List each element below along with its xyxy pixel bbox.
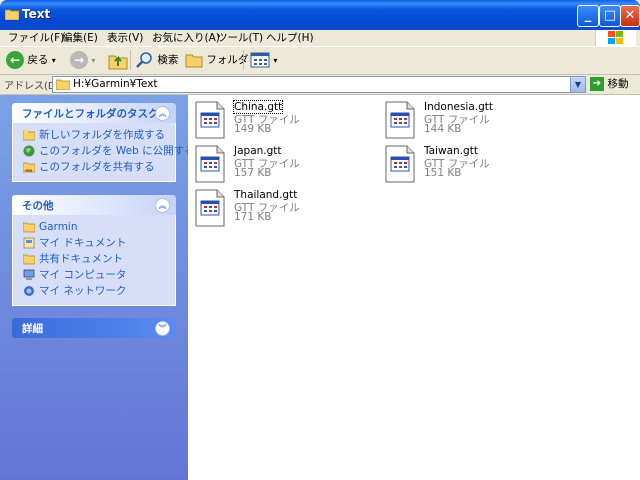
title-bar: Text _ □ ✕ [0,0,640,30]
folder-icon [23,222,35,233]
folders-button[interactable]: フォルダ [185,49,248,71]
new-folder-icon [23,130,35,141]
folders-icon [185,54,203,68]
go-label: 移動 [607,78,629,90]
place-my-computer[interactable]: マイ コンピュータ [13,267,175,283]
minimize-button[interactable]: _ [577,5,599,27]
go-button[interactable]: ➔ 移動 [590,76,629,92]
expand-chevron-icon[interactable]: ︾ [155,321,170,336]
file-tile[interactable]: China.gtt GTT ファイル 149 KB [188,98,368,142]
my-documents-icon [23,237,35,249]
place-my-network[interactable]: マイ ネットワーク [13,283,175,299]
address-dropdown-button[interactable]: ▼ [570,77,585,92]
folder-icon [5,9,19,20]
file-tasks-panel: ファイルとフォルダのタスク ︽ 新しいフォルダを作成する このフォルダを Web… [12,103,195,182]
gtt-file-icon [385,145,415,183]
file-size: 171 KB [234,211,272,223]
details-panel: 詳細 ︾ [12,318,176,338]
gtt-file-icon [195,101,225,139]
file-tile[interactable]: Indonesia.gtt GTT ファイル 144 KB [378,98,558,142]
menu-help[interactable]: ヘルプ(H) [262,30,318,46]
other-places-panel: その他 ︽ Garmin マイ ドキュメント 共有ドキュメント マイ コンピュー… [12,195,176,306]
gtt-file-icon [385,101,415,139]
other-places-header[interactable]: その他 ︽ [12,195,176,215]
place-shared-documents[interactable]: 共有ドキュメント [13,251,175,267]
address-value: H:¥Garmin¥Text [73,78,158,90]
menu-view[interactable]: 表示(V) [103,30,147,46]
share-folder-icon [23,162,35,173]
task-publish-web[interactable]: このフォルダを Web に公開する [13,143,195,159]
address-input[interactable]: H:¥Garmin¥Text ▼ [52,76,586,93]
file-view: China.gtt GTT ファイル 149 KB Indonesia.gtt … [188,95,640,480]
file-tasks-title: ファイルとフォルダのタスク [22,108,159,120]
file-tile[interactable]: Taiwan.gtt GTT ファイル 151 KB [378,142,558,186]
file-tasks-header[interactable]: ファイルとフォルダのタスク ︽ [12,103,176,123]
windows-logo [595,30,636,46]
file-size: 149 KB [234,123,272,135]
other-places-title: その他 [22,200,54,212]
gtt-file-icon [195,145,225,183]
file-size: 157 KB [234,167,272,179]
place-garmin[interactable]: Garmin [13,219,175,235]
forward-button[interactable]: → ▾ [70,49,95,71]
file-size: 151 KB [424,167,462,179]
file-tile[interactable]: Japan.gtt GTT ファイル 157 KB [188,142,368,186]
file-size: 144 KB [424,123,462,135]
collapse-chevron-icon[interactable]: ︽ [155,106,170,121]
menu-bar: ファイル(F) 編集(E) 表示(V) お気に入り(A) ツール(T) ヘルプ(… [0,30,640,47]
shared-folder-icon [23,254,35,265]
go-arrow-icon: ➔ [590,77,604,91]
task-pane: ファイルとフォルダのタスク ︽ 新しいフォルダを作成する このフォルダを Web… [0,95,195,480]
search-button[interactable]: 検索 [136,49,178,71]
network-icon [24,286,34,296]
toolbar: ← 戻る ▾ → ▾ 検索 フォルダ ▾ [0,47,640,75]
place-my-documents[interactable]: マイ ドキュメント [13,235,175,251]
back-arrow-icon: ← [6,51,24,69]
up-folder-icon [108,55,128,70]
up-folder-button[interactable] [108,49,128,71]
forward-arrow-icon: → [70,51,88,69]
gtt-file-icon [195,189,225,227]
file-tile[interactable]: Thailand.gtt GTT ファイル 171 KB [188,186,368,230]
task-new-folder[interactable]: 新しいフォルダを作成する [13,127,175,143]
close-button[interactable]: ✕ [620,5,640,27]
search-icon [136,52,152,68]
back-label: 戻る [27,54,49,66]
details-header[interactable]: 詳細 ︾ [12,318,176,338]
address-bar: アドレス(D) H:¥Garmin¥Text ▼ ➔ 移動 [0,75,640,95]
details-title: 詳細 [22,323,43,335]
back-button[interactable]: ← 戻る ▾ [6,49,56,71]
views-icon [250,52,270,68]
search-label: 検索 [157,54,179,66]
collapse-chevron-icon[interactable]: ︽ [155,198,170,213]
window-title: Text [22,7,51,21]
views-button[interactable]: ▾ [250,49,277,71]
menu-tools[interactable]: ツール(T) [213,30,267,46]
windows-flag-icon [608,31,623,44]
menu-edit[interactable]: 編集(E) [58,30,102,46]
computer-icon [23,269,35,280]
maximize-button[interactable]: □ [599,5,621,27]
task-share-folder[interactable]: このフォルダを共有する [13,159,175,175]
folder-icon [56,79,70,90]
globe-icon [23,145,35,157]
